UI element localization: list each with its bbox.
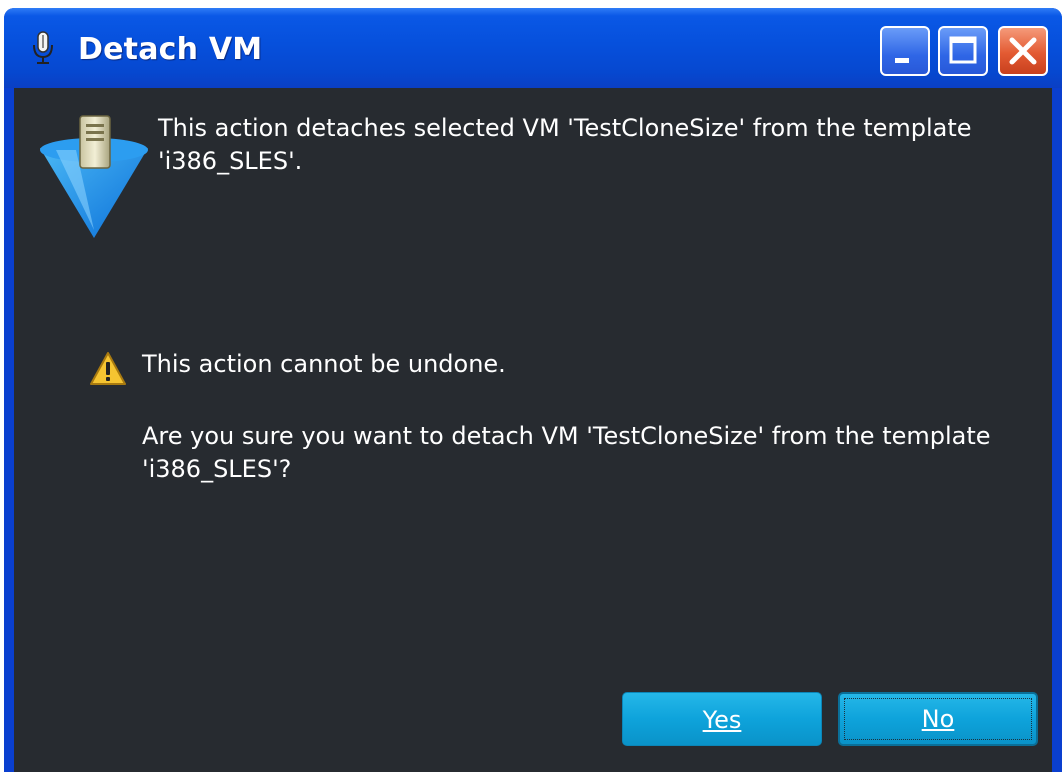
close-icon — [1009, 37, 1037, 65]
dialog-content: This action detaches selected VM 'TestCl… — [14, 88, 1052, 772]
server-vm-icon — [36, 110, 156, 240]
warning-text: This action cannot be undone. — [142, 350, 506, 378]
maximize-icon — [949, 36, 977, 64]
minimize-icon — [895, 58, 909, 63]
title-bar[interactable]: Detach VM — [4, 8, 1062, 88]
window-title: Detach VM — [78, 32, 263, 67]
yes-button[interactable]: Yes — [622, 692, 822, 746]
warning-icon — [88, 350, 128, 388]
microphone-icon — [30, 30, 56, 66]
detach-message: This action detaches selected VM 'TestCl… — [158, 114, 972, 175]
confirmation-question: Are you sure you want to detach VM 'Test… — [142, 422, 991, 483]
no-button[interactable]: No — [838, 692, 1038, 746]
maximize-button[interactable] — [938, 26, 988, 76]
yes-button-label: Yes — [702, 706, 742, 734]
focus-indicator — [844, 698, 1032, 740]
close-button[interactable] — [998, 26, 1048, 76]
dialog-window: Detach VM This action detaches selected … — [4, 8, 1062, 772]
minimize-button[interactable] — [880, 26, 930, 76]
